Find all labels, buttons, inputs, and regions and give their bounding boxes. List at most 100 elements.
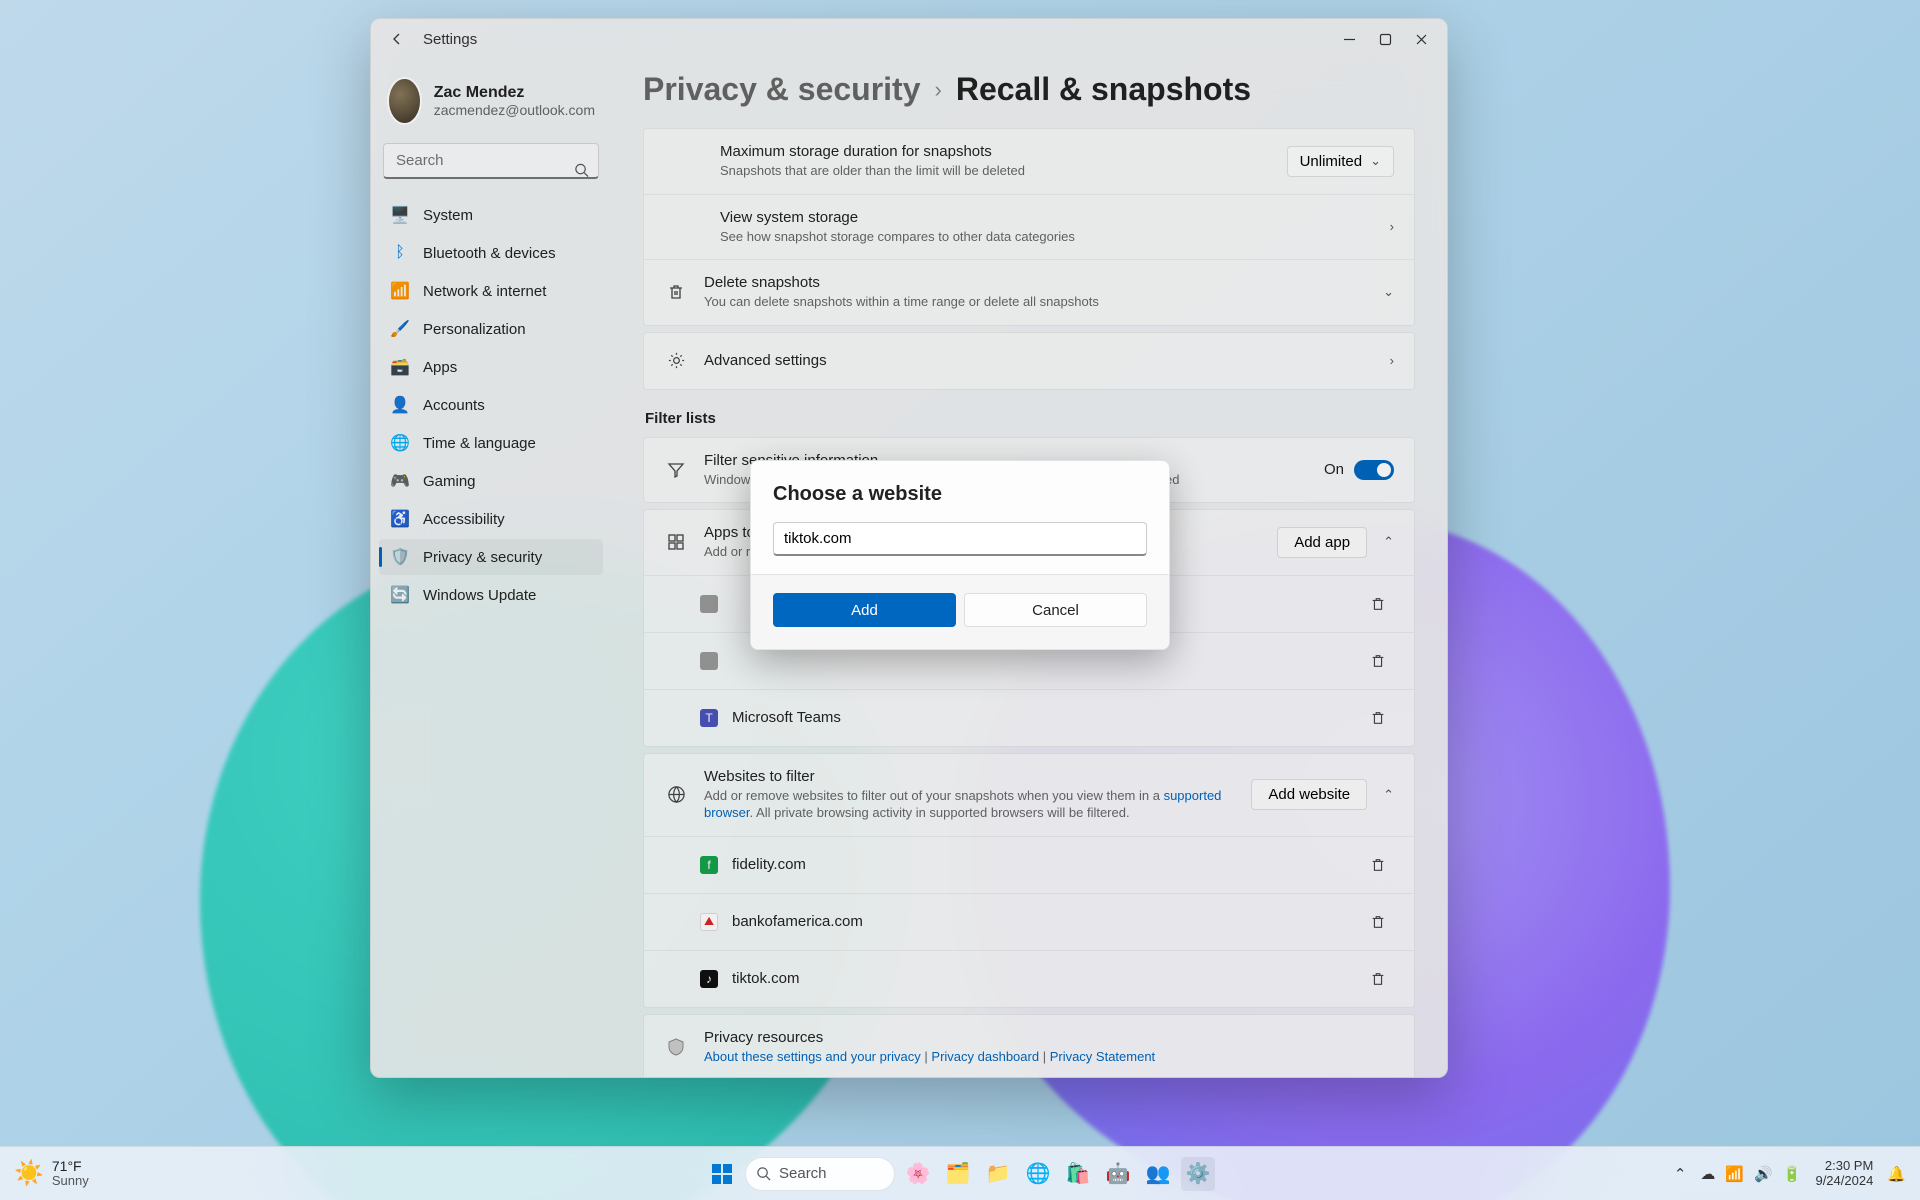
page-title: Recall & snapshots xyxy=(956,71,1251,108)
notifications-icon[interactable]: 🔔 xyxy=(1887,1165,1906,1183)
sensitive-toggle[interactable] xyxy=(1354,460,1394,480)
websites-filter-card: Websites to filter Add or remove website… xyxy=(643,753,1415,1008)
website-item: ♪ tiktok.com xyxy=(644,950,1414,1007)
nav-time[interactable]: 🌐Time & language xyxy=(379,425,603,461)
modal-title: Choose a website xyxy=(773,483,1147,506)
back-button[interactable] xyxy=(379,21,415,57)
app-item: T Microsoft Teams xyxy=(644,689,1414,746)
bluetooth-icon: ᛒ xyxy=(391,244,409,262)
minimize-button[interactable] xyxy=(1331,21,1367,57)
onedrive-icon[interactable]: ☁ xyxy=(1700,1165,1715,1183)
battery-icon[interactable]: 🔋 xyxy=(1783,1165,1802,1183)
nav-accessibility[interactable]: ♿Accessibility xyxy=(379,501,603,537)
modal-cancel-button[interactable]: Cancel xyxy=(964,593,1147,627)
store-icon[interactable]: 🛍️ xyxy=(1061,1157,1095,1191)
max-storage-dropdown[interactable]: Unlimited ⌄ xyxy=(1287,146,1394,177)
accounts-icon: 👤 xyxy=(391,396,409,414)
user-profile[interactable]: Zac Mendez zacmendez@outlook.com xyxy=(379,67,603,143)
personalization-icon: 🖌️ xyxy=(391,320,409,338)
app-icon: T xyxy=(700,709,718,727)
privacy-about-link[interactable]: About these settings and your privacy xyxy=(704,1049,921,1064)
delete-snapshots-row[interactable]: Delete snapshots You can delete snapshot… xyxy=(644,259,1414,325)
volume-icon[interactable]: 🔊 xyxy=(1754,1165,1773,1183)
globe-icon xyxy=(664,783,688,807)
system-icon: 🖥️ xyxy=(391,206,409,224)
view-storage-row[interactable]: View system storage See how snapshot sto… xyxy=(644,194,1414,260)
chevron-up-icon: ⌃ xyxy=(1383,787,1394,803)
copilot-icon[interactable]: 🤖 xyxy=(1101,1157,1135,1191)
max-storage-row[interactable]: Maximum storage duration for snapshots S… xyxy=(644,129,1414,194)
chevron-right-icon: › xyxy=(935,77,942,103)
nav-bluetooth[interactable]: ᛒBluetooth & devices xyxy=(379,235,603,271)
user-email: zacmendez@outlook.com xyxy=(434,102,595,118)
nav-gaming[interactable]: 🎮Gaming xyxy=(379,463,603,499)
nav-system[interactable]: 🖥️System xyxy=(379,197,603,233)
choose-website-dialog: Choose a website Add Cancel xyxy=(750,460,1170,650)
teams-icon[interactable]: 👥 xyxy=(1141,1157,1175,1191)
close-button[interactable] xyxy=(1403,21,1439,57)
apps-icon: 🗃️ xyxy=(391,358,409,376)
wifi-icon[interactable]: 📶 xyxy=(1725,1165,1744,1183)
nav-apps[interactable]: 🗃️Apps xyxy=(379,349,603,385)
delete-website-button[interactable] xyxy=(1362,963,1394,995)
taskbar-search[interactable]: Search xyxy=(745,1157,895,1191)
task-view-icon[interactable]: 🗂️ xyxy=(941,1157,975,1191)
nav-update[interactable]: 🔄Windows Update xyxy=(379,577,603,613)
weather-widget[interactable]: ☀️ 71°F Sunny xyxy=(14,1159,89,1189)
delete-website-button[interactable] xyxy=(1362,849,1394,881)
window-title: Settings xyxy=(423,31,477,48)
nav-network[interactable]: 📶Network & internet xyxy=(379,273,603,309)
accessibility-icon: ♿ xyxy=(391,510,409,528)
start-button[interactable] xyxy=(705,1157,739,1191)
tray-expand-icon[interactable]: ⌃ xyxy=(1674,1165,1687,1183)
widgets-icon[interactable]: 🌸 xyxy=(901,1157,935,1191)
breadcrumb-parent[interactable]: Privacy & security xyxy=(643,71,921,108)
avatar xyxy=(387,77,422,125)
site-icon: ⛰ xyxy=(700,913,718,931)
nav-personalization[interactable]: 🖌️Personalization xyxy=(379,311,603,347)
privacy-statement-link[interactable]: Privacy Statement xyxy=(1050,1049,1156,1064)
breadcrumb: Privacy & security › Recall & snapshots xyxy=(643,71,1415,108)
website-item: f fidelity.com xyxy=(644,836,1414,893)
filter-section-label: Filter lists xyxy=(645,410,1415,427)
system-tray[interactable]: ⌃ ☁ 📶 🔊 🔋 2:30 PM 9/24/2024 🔔 xyxy=(1674,1159,1906,1189)
clock[interactable]: 2:30 PM 9/24/2024 xyxy=(1815,1159,1873,1189)
add-website-button[interactable]: Add website xyxy=(1251,779,1367,810)
advanced-card[interactable]: Advanced settings › xyxy=(643,332,1415,390)
app-icon xyxy=(700,595,718,613)
delete-website-button[interactable] xyxy=(1362,906,1394,938)
settings-icon[interactable]: ⚙️ xyxy=(1181,1157,1215,1191)
nav-accounts[interactable]: 👤Accounts xyxy=(379,387,603,423)
app-icon xyxy=(700,652,718,670)
edge-icon[interactable]: 🌐 xyxy=(1021,1157,1055,1191)
privacy-dashboard-link[interactable]: Privacy dashboard xyxy=(931,1049,1039,1064)
chevron-down-icon: ⌄ xyxy=(1370,153,1381,169)
sidebar: Zac Mendez zacmendez@outlook.com 🖥️Syste… xyxy=(371,59,611,1077)
toggle-state-label: On xyxy=(1324,461,1344,478)
nav-privacy[interactable]: 🛡️Privacy & security xyxy=(379,539,603,575)
modal-add-button[interactable]: Add xyxy=(773,593,956,627)
website-url-input[interactable] xyxy=(773,522,1147,556)
chevron-up-icon: ⌃ xyxy=(1383,534,1394,550)
maximize-button[interactable] xyxy=(1367,21,1403,57)
storage-card: Maximum storage duration for snapshots S… xyxy=(643,128,1415,326)
privacy-resources-card: Privacy resources About these settings a… xyxy=(643,1014,1415,1077)
filter-icon xyxy=(664,458,688,482)
delete-app-button[interactable] xyxy=(1362,588,1394,620)
delete-app-button[interactable] xyxy=(1362,702,1394,734)
chevron-right-icon: › xyxy=(1390,219,1394,234)
websites-filter-header[interactable]: Websites to filter Add or remove website… xyxy=(644,754,1414,836)
user-name: Zac Mendez xyxy=(434,84,595,102)
gaming-icon: 🎮 xyxy=(391,472,409,490)
site-icon: f xyxy=(700,856,718,874)
network-icon: 📶 xyxy=(391,282,409,300)
add-app-button[interactable]: Add app xyxy=(1277,527,1367,558)
explorer-icon[interactable]: 📁 xyxy=(981,1157,1015,1191)
search-icon xyxy=(574,163,589,178)
gear-icon xyxy=(664,349,688,373)
trash-icon xyxy=(664,280,688,304)
search-input[interactable] xyxy=(383,143,599,179)
chevron-right-icon: › xyxy=(1390,353,1394,368)
delete-app-button[interactable] xyxy=(1362,645,1394,677)
website-item: ⛰ bankofamerica.com xyxy=(644,893,1414,950)
